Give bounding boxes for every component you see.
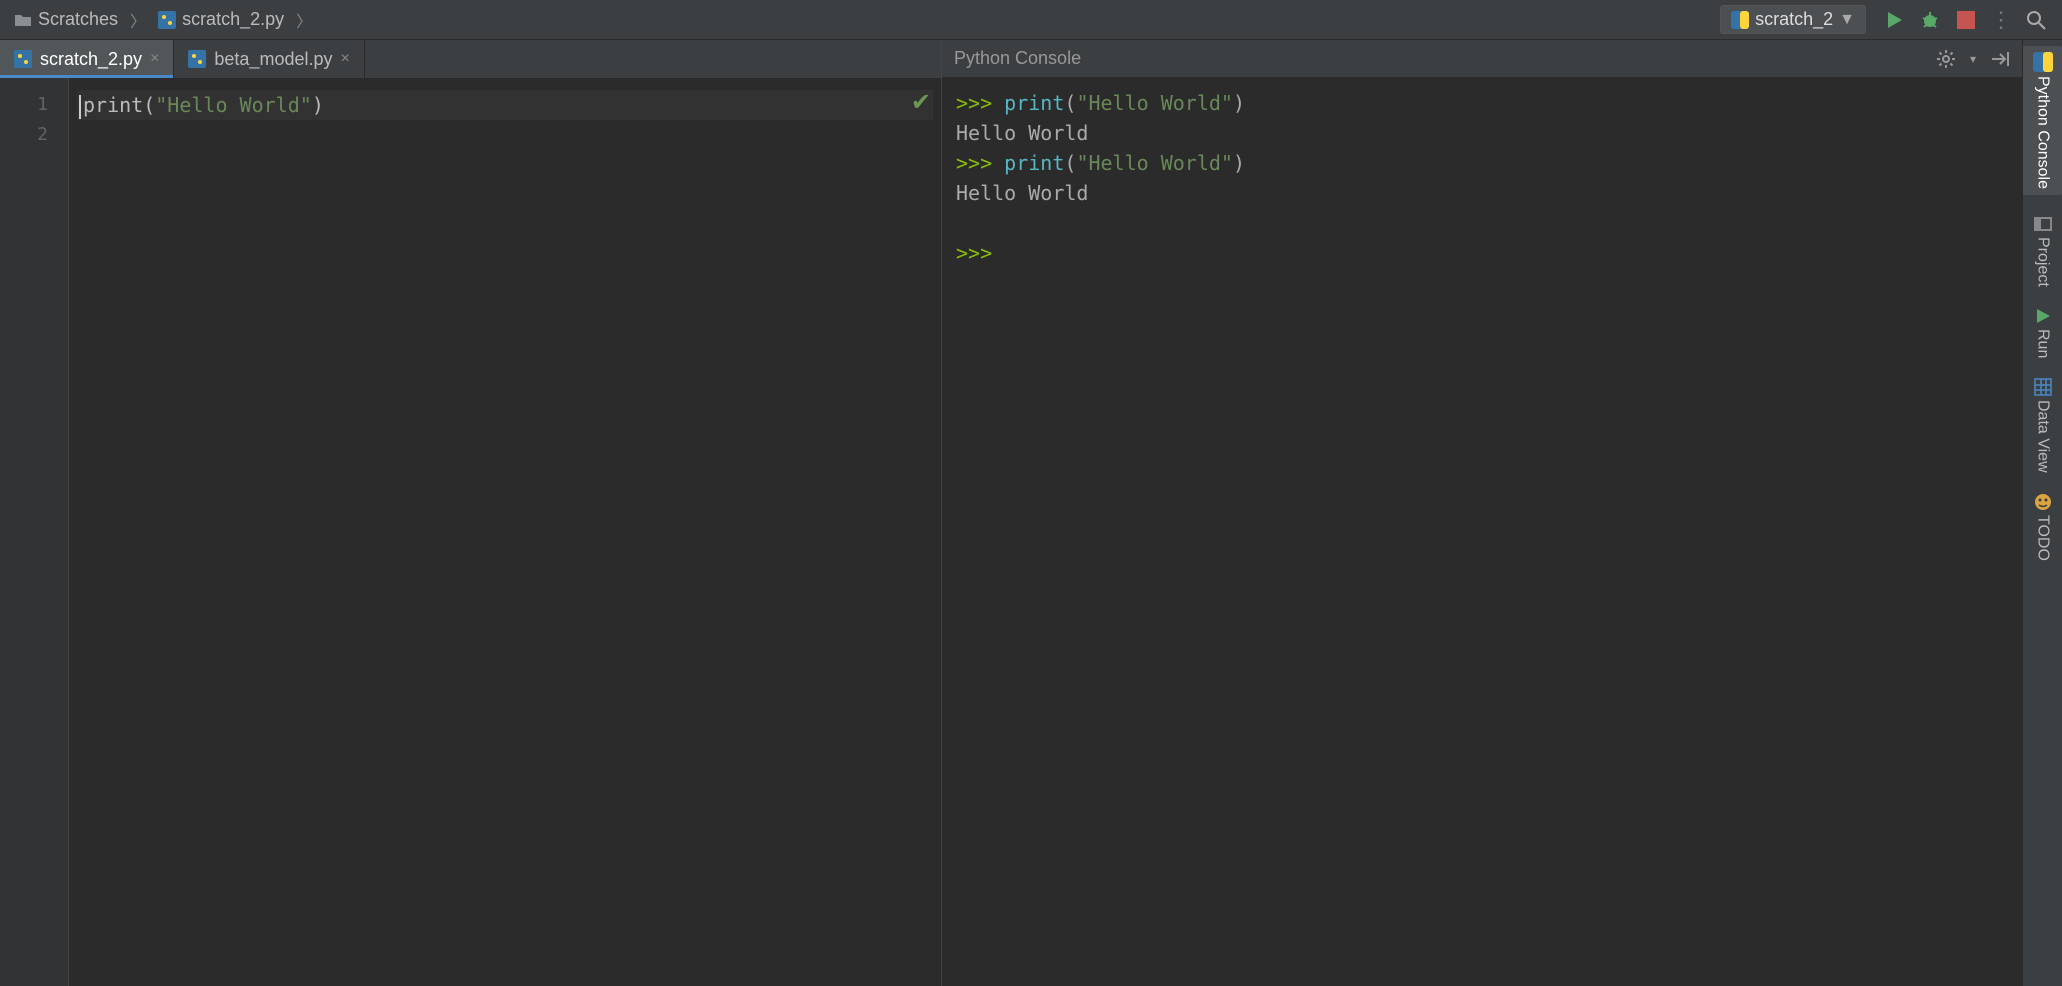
close-icon[interactable]: ×	[150, 50, 159, 68]
editor-body[interactable]: 1 2 print("Hello World") ✔	[0, 78, 941, 986]
tool-label: Python Console	[2034, 76, 2052, 189]
console-body[interactable]: >>> print("Hello World") Hello World >>>…	[942, 78, 2022, 986]
chevron-right-icon: 〉	[128, 8, 148, 32]
line-number: 2	[0, 120, 48, 150]
token-paren: (	[1064, 91, 1076, 115]
console-line: >>>	[956, 238, 2008, 268]
token-paren: )	[1233, 91, 1245, 115]
tool-data-view[interactable]: Data View	[2034, 378, 2052, 473]
tool-project[interactable]: Project	[2034, 215, 2052, 287]
token-paren: (	[1064, 151, 1076, 175]
python-file-icon	[14, 50, 32, 68]
more-icon[interactable]: ⋮	[1990, 7, 2012, 33]
table-icon	[2034, 378, 2052, 396]
gear-icon[interactable]	[1936, 49, 1956, 69]
checkmark-icon: ✔	[911, 88, 931, 117]
run-icon	[2034, 307, 2052, 325]
project-icon	[2034, 215, 2052, 233]
run-config-label: scratch_2	[1755, 9, 1833, 30]
code-area[interactable]: print("Hello World")	[68, 78, 941, 986]
tool-label: TODO	[2034, 515, 2052, 561]
token-paren: )	[1233, 151, 1245, 175]
tool-todo[interactable]: TODO	[2034, 493, 2052, 561]
line-number: 1	[0, 90, 48, 120]
console-line: >>> print("Hello World")	[956, 148, 2008, 178]
tool-label: Data View	[2034, 400, 2052, 473]
editor-tab-bar: scratch_2.py × beta_model.py ×	[0, 40, 941, 78]
run-config-selector[interactable]: scratch_2 ▼	[1720, 5, 1866, 34]
prompt: >>>	[956, 151, 992, 175]
tool-label: Project	[2034, 237, 2052, 287]
console-title: Python Console	[954, 48, 1081, 69]
python-icon	[2033, 52, 2053, 72]
hide-panel-icon[interactable]	[1990, 51, 2010, 67]
tab-scratch2[interactable]: scratch_2.py ×	[0, 40, 174, 78]
run-button[interactable]	[1880, 6, 1908, 34]
editor-pane: scratch_2.py × beta_model.py × 1 2 print…	[0, 40, 942, 986]
console-pane: Python Console ▾ >>> print("Hello World"…	[942, 40, 2022, 986]
tool-label: Run	[2034, 329, 2052, 358]
folder-icon	[14, 12, 32, 28]
breadcrumb-label: scratch_2.py	[182, 9, 284, 30]
breadcrumb-label: Scratches	[38, 9, 118, 30]
token-fn: print	[1004, 151, 1064, 175]
main-area: scratch_2.py × beta_model.py × 1 2 print…	[0, 40, 2062, 986]
breadcrumb: Scratches 〉 scratch_2.py 〉	[8, 7, 314, 32]
token-paren: (	[143, 93, 155, 117]
right-tool-strip: Python Console Project Run Data View TOD…	[2022, 40, 2062, 986]
token-string: "Hello World"	[155, 93, 312, 117]
search-button[interactable]	[2022, 6, 2050, 34]
dropdown-icon: ▼	[1839, 11, 1855, 29]
breadcrumb-scratches[interactable]: Scratches	[8, 7, 124, 32]
code-line: print("Hello World")	[77, 90, 933, 120]
token-fn: print	[83, 93, 143, 117]
gutter: 1 2	[0, 78, 68, 986]
debug-button[interactable]	[1916, 6, 1944, 34]
stop-button[interactable]	[1952, 6, 1980, 34]
tool-python-console[interactable]: Python Console	[2023, 46, 2062, 195]
tab-label: scratch_2.py	[40, 49, 142, 70]
token-fn: print	[1004, 91, 1064, 115]
dropdown-icon[interactable]: ▾	[1970, 52, 1976, 66]
tool-run[interactable]: Run	[2034, 307, 2052, 358]
prompt: >>>	[956, 241, 992, 265]
console-line: >>> print("Hello World")	[956, 88, 2008, 118]
prompt: >>>	[956, 91, 992, 115]
todo-icon	[2034, 493, 2052, 511]
token-paren: )	[312, 93, 324, 117]
token-string: "Hello World"	[1076, 91, 1233, 115]
breadcrumb-file[interactable]: scratch_2.py	[152, 7, 290, 32]
tab-label: beta_model.py	[214, 49, 332, 70]
console-output: Hello World	[956, 118, 2008, 148]
token-string: "Hello World"	[1076, 151, 1233, 175]
toolbar: Scratches 〉 scratch_2.py 〉 scratch_2 ▼ ⋮	[0, 0, 2062, 40]
tab-betamodel[interactable]: beta_model.py ×	[174, 40, 364, 78]
console-header: Python Console ▾	[942, 40, 2022, 78]
console-output: Hello World	[956, 178, 2008, 208]
close-icon[interactable]: ×	[341, 50, 350, 68]
python-file-icon	[158, 11, 176, 29]
python-icon	[1731, 11, 1749, 29]
python-file-icon	[188, 50, 206, 68]
chevron-right-icon: 〉	[294, 8, 314, 32]
